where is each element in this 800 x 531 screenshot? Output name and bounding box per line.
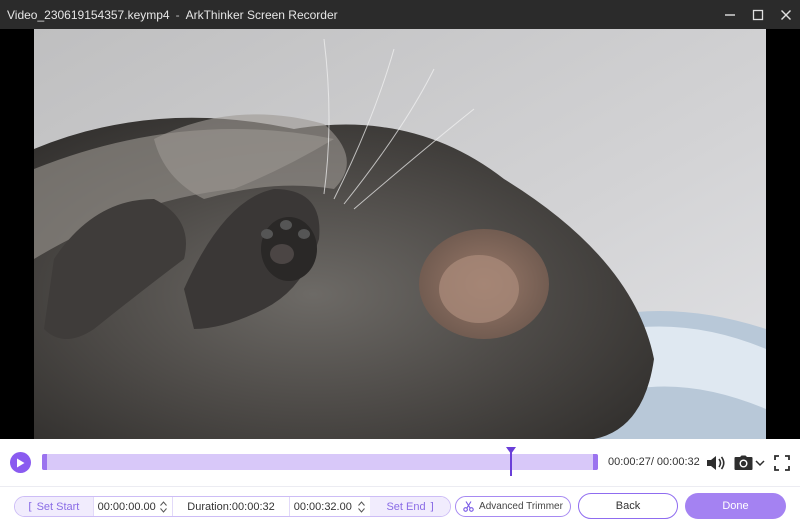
play-button[interactable]	[10, 452, 31, 473]
bracket-left-icon: [	[28, 500, 33, 513]
trim-bar: [ Set Start 00:00:00.00 Duration:00:00:3…	[0, 488, 800, 531]
end-time-stepper[interactable]	[356, 500, 366, 513]
chevron-down-icon	[357, 507, 365, 513]
time-readout: 00:00:27/ 00:00:32	[608, 456, 700, 468]
start-time-stepper[interactable]	[158, 500, 168, 513]
close-icon	[781, 9, 791, 20]
app-name: ArkThinker Screen Recorder	[185, 7, 338, 22]
volume-icon	[707, 456, 725, 470]
chevron-down-icon	[159, 507, 167, 513]
chevron-up-icon	[159, 500, 167, 506]
duration-display: Duration:00:00:32	[172, 497, 288, 516]
maximize-button[interactable]	[744, 0, 772, 29]
start-time-field[interactable]: 00:00:00.00	[92, 497, 173, 516]
fullscreen-icon	[774, 455, 790, 471]
end-time-value: 00:00:32.00	[293, 500, 352, 513]
start-time-value: 00:00:00.00	[97, 500, 156, 513]
play-icon	[17, 458, 25, 467]
video-stage	[0, 29, 800, 439]
maximize-icon	[752, 9, 764, 20]
volume-button[interactable]	[706, 453, 726, 473]
title-separator: -	[175, 7, 180, 22]
set-start-label: Set Start	[36, 500, 80, 513]
window-title: Video_230619154357.keymp4- ArkThinker Scr…	[0, 8, 338, 22]
video-frame[interactable]	[34, 29, 766, 439]
chevron-down-icon	[755, 460, 765, 467]
scissors-icon	[463, 501, 474, 512]
playhead-line	[510, 452, 513, 476]
video-preview-image	[34, 29, 766, 439]
player-controls: 00:00:27/ 00:00:32	[0, 439, 800, 487]
playhead[interactable]	[506, 447, 518, 477]
trim-controls: [ Set Start 00:00:00.00 Duration:00:00:3…	[14, 496, 451, 517]
minimize-icon	[725, 13, 735, 16]
done-button[interactable]: Done	[685, 493, 786, 519]
snapshot-button[interactable]	[734, 453, 753, 473]
trim-end-handle[interactable]	[593, 454, 598, 470]
trim-start-handle[interactable]	[42, 454, 47, 470]
advanced-trimmer-label: Advanced Trimmer	[479, 501, 563, 512]
advanced-trimmer-button[interactable]: Advanced Trimmer	[455, 496, 571, 517]
close-button[interactable]	[772, 0, 800, 29]
file-name: Video_230619154357.keymp4	[7, 7, 170, 22]
chevron-up-icon	[357, 500, 365, 506]
bracket-right-icon: ]	[429, 500, 434, 513]
fullscreen-button[interactable]	[774, 453, 790, 473]
back-button[interactable]: Back	[578, 493, 678, 519]
set-end-label: Set End	[386, 500, 426, 513]
set-end-button[interactable]: Set End ]	[370, 497, 450, 516]
timeline-track[interactable]	[42, 447, 598, 476]
end-time-field[interactable]: 00:00:32.00	[288, 497, 371, 516]
set-start-button[interactable]: [ Set Start	[15, 497, 93, 516]
camera-icon	[734, 455, 753, 470]
title-bar: Video_230619154357.keymp4- ArkThinker Scr…	[0, 0, 800, 29]
snapshot-options-button[interactable]	[755, 453, 765, 473]
minimize-button[interactable]	[716, 0, 744, 29]
